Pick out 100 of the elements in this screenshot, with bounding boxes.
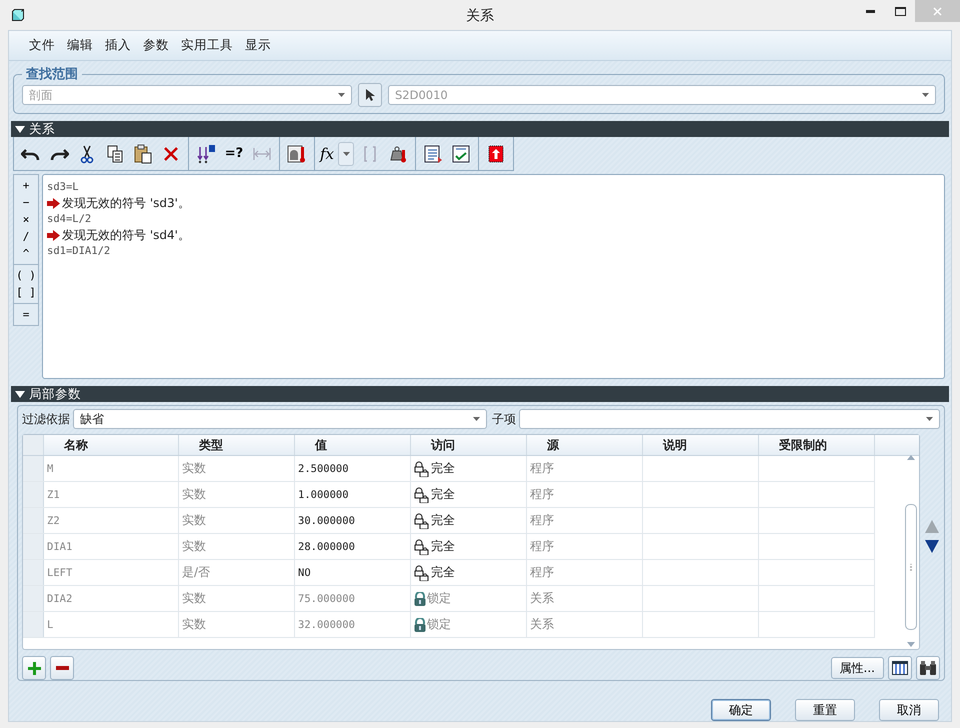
section-header[interactable]: 局部参数 <box>11 386 949 402</box>
column-header[interactable]: 值 <box>295 435 411 455</box>
table-cell: 关系 <box>530 616 554 633</box>
table-row[interactable]: Z2 实数 30.000000 完全 程序 <box>23 508 875 534</box>
padlocks-icon <box>414 486 430 502</box>
column-header[interactable]: 访问 <box>411 435 527 455</box>
operator-button[interactable]: [ ] <box>14 284 38 302</box>
group-legend: 查找范围 <box>22 65 82 84</box>
padlocks-icon <box>414 538 430 554</box>
table-cell: 完全 <box>431 512 455 529</box>
operator-button[interactable]: / <box>14 228 38 246</box>
binoculars-icon <box>920 661 936 675</box>
list-icon <box>423 144 444 164</box>
dropdown-caret-icon <box>926 417 933 421</box>
table-row[interactable]: DIA1 实数 28.000000 完全 程序 <box>23 534 875 560</box>
menu-item[interactable]: 文件 <box>23 37 61 54</box>
table-cell: 实数 <box>182 460 206 477</box>
lock-thermometer-icon <box>287 144 307 164</box>
section-title: 关系 <box>29 120 55 138</box>
menu-item[interactable]: 参数 <box>137 37 175 54</box>
column-header[interactable]: 源 <box>527 435 643 455</box>
row-header <box>23 560 44 585</box>
row-header <box>23 508 44 533</box>
table-cell: 1.000000 <box>298 488 349 500</box>
operator-button[interactable]: − <box>14 194 38 212</box>
table-row[interactable]: Z1 实数 1.000000 完全 程序 <box>23 482 875 508</box>
table-cell: 是/否 <box>182 564 210 581</box>
table-row[interactable]: DIA2 实数 75.000000 锁定 关系 <box>23 586 875 612</box>
select-button[interactable] <box>358 83 382 108</box>
collapse-icon <box>15 390 25 398</box>
minus-icon <box>56 666 68 670</box>
section-header[interactable]: 关系 <box>11 121 949 138</box>
table-cell: 关系 <box>530 590 554 607</box>
table-row[interactable]: LEFT 是/否 NO 完全 程序 <box>23 560 875 586</box>
function-dropdown[interactable] <box>338 142 354 166</box>
table-cell: 完全 <box>431 564 455 581</box>
relations-editor[interactable]: sd3=L 发现无效的符号 'sd3'。 sd4=L/2 发现无效的符号 'sd4'。 sd1=DIA1/2 <box>42 174 945 379</box>
function-button[interactable]: fx <box>320 142 334 166</box>
dropdown-caret-icon <box>922 93 929 98</box>
menu-item[interactable]: 编辑 <box>61 37 99 54</box>
relation-line: sd4=L/2 <box>47 213 92 226</box>
copy-icon <box>105 144 125 164</box>
filter-label: 过滤依据 <box>22 410 70 428</box>
columns-button[interactable] <box>888 656 912 680</box>
table-cell: 程序 <box>530 564 554 581</box>
menu-item[interactable]: 显示 <box>239 37 277 54</box>
menu-item[interactable]: 插入 <box>99 37 137 54</box>
row-header <box>23 586 44 611</box>
padlocks-icon <box>414 512 430 528</box>
table-cell: M <box>47 462 54 474</box>
close-icon <box>933 6 942 16</box>
dialog-button[interactable]: 重置 <box>795 699 855 721</box>
table-cell: 28.000000 <box>298 540 355 552</box>
properties-button[interactable]: 属性... <box>830 657 884 679</box>
add-button[interactable] <box>22 656 46 680</box>
table-cell: 30.000000 <box>298 514 355 526</box>
row-header <box>23 482 44 507</box>
verify-button[interactable]: =? <box>222 142 246 166</box>
operator-button[interactable]: + <box>14 177 38 194</box>
table-cell: 实数 <box>182 512 206 529</box>
checklist-icon <box>451 144 472 164</box>
column-header[interactable]: 说明 <box>643 435 759 455</box>
dialog-button[interactable]: 取消 <box>879 699 939 721</box>
collapse-icon <box>15 126 25 133</box>
triangle-down-icon <box>925 540 939 552</box>
table-cell: 完全 <box>431 486 455 503</box>
table-cell: 32.000000 <box>298 618 355 630</box>
columns-icon <box>892 661 908 675</box>
operator-button[interactable]: × <box>14 211 38 228</box>
remove-button[interactable] <box>50 656 74 680</box>
dropdown-caret-icon <box>473 417 480 421</box>
table-cell: L <box>47 618 54 630</box>
filter-dropdown[interactable]: 缺省 <box>73 409 487 429</box>
table-cell: 程序 <box>530 538 554 555</box>
table-cell: Z2 <box>47 514 60 526</box>
table-row[interactable]: M 实数 2.500000 完全 程序 <box>23 456 875 482</box>
dialog-button[interactable]: 确定 <box>711 699 771 721</box>
table-cell: 实数 <box>182 538 206 555</box>
column-header[interactable]: 类型 <box>179 435 295 455</box>
padlocks-icon <box>414 564 430 580</box>
pointer-icon <box>365 88 375 102</box>
operator-button[interactable]: ( ) <box>14 267 38 284</box>
column-header[interactable]: 名称 <box>44 435 179 455</box>
search-button[interactable] <box>916 656 940 680</box>
relation-line: sd1=DIA1/2 <box>47 245 110 258</box>
menu-item[interactable]: 实用工具 <box>175 37 239 54</box>
table-row[interactable]: L 实数 32.000000 锁定 关系 <box>23 612 875 638</box>
move-down-button[interactable] <box>924 538 940 554</box>
maximize-icon <box>894 6 906 16</box>
weight-thermometer-icon <box>388 144 408 164</box>
table-cell: 锁定 <box>427 616 451 633</box>
padlocks-icon <box>414 460 430 476</box>
scroll-down-icon <box>907 642 915 647</box>
column-header[interactable]: 受限制的 <box>759 435 875 455</box>
scrollbar-thumb[interactable] <box>905 504 917 630</box>
row-header <box>23 612 44 637</box>
operator-button[interactable]: ^ <box>14 245 38 262</box>
table-cell: 完全 <box>431 538 455 555</box>
row-header <box>23 534 44 559</box>
table-cell: 程序 <box>530 512 554 529</box>
